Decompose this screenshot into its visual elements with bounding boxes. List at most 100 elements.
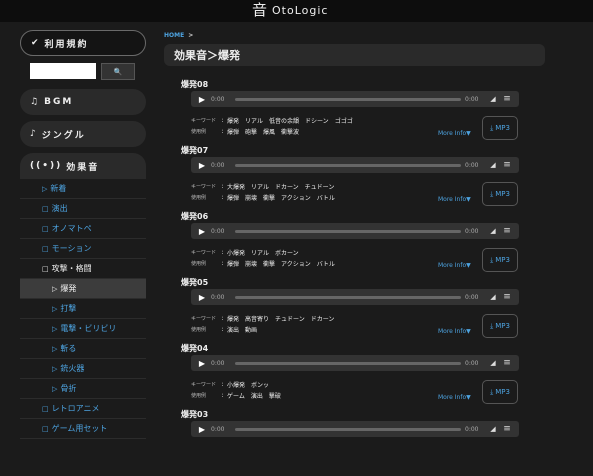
- more-info-link[interactable]: More Info▼: [438, 262, 471, 269]
- keyword-tag[interactable]: 爆発: [227, 116, 239, 125]
- keyword-tag[interactable]: ボカーン: [275, 248, 299, 257]
- keyword-tag[interactable]: ドカーン: [275, 182, 299, 191]
- sidebar-item-slash[interactable]: ▷ 斬る: [20, 339, 146, 359]
- more-info-link[interactable]: More Info▼: [438, 196, 471, 203]
- sidebar-item-label: 攻撃・格闘: [51, 264, 92, 273]
- keyword-tag[interactable]: 小爆発: [227, 380, 245, 389]
- mp3-download-button[interactable]: ⤓ MP3: [482, 182, 518, 206]
- search-button[interactable]: 🔍: [101, 63, 135, 80]
- keyword-tag[interactable]: リアル: [251, 182, 269, 191]
- usage-tag[interactable]: 爆弾: [227, 127, 239, 136]
- keyword-tag[interactable]: 低音の余韻: [269, 116, 299, 125]
- seek-bar[interactable]: [235, 163, 461, 167]
- play-icon[interactable]: ▶: [193, 161, 211, 170]
- seek-bar[interactable]: [235, 229, 461, 233]
- keyword-tag[interactable]: 爆発: [227, 314, 239, 323]
- play-icon[interactable]: ▶: [193, 227, 211, 236]
- sidebar-item-performance[interactable]: □ 演出: [20, 199, 146, 219]
- volume-icon[interactable]: ◢: [485, 161, 501, 169]
- seek-bar[interactable]: [235, 361, 461, 365]
- sidebar: ✔ 利用規約 🔍 ♫ BGM ♪ ジングル ((•)) 効果音 ▷ 新着 □ 演出 …: [20, 30, 146, 439]
- more-info-link[interactable]: More Info▼: [438, 394, 471, 401]
- usage-tag[interactable]: 崩壊: [245, 259, 257, 268]
- keyword-tag[interactable]: リアル: [245, 116, 263, 125]
- sidebar-item-explosion[interactable]: ▷ 爆発: [20, 279, 146, 299]
- sidebar-item-strike[interactable]: ▷ 打撃: [20, 299, 146, 319]
- volume-icon[interactable]: ◢: [485, 293, 501, 301]
- more-info-link[interactable]: More Info▼: [438, 130, 471, 137]
- keyword-tag[interactable]: 高音寄り: [245, 314, 269, 323]
- track-card: 爆発04 ▶ 0:00 0:00 ◢ ≡ キーワード : 小爆発 ボンッ 使用例 :…: [181, 344, 521, 410]
- menu-icon[interactable]: ≡: [501, 358, 513, 368]
- usage-tag[interactable]: アクション: [281, 259, 311, 268]
- play-icon[interactable]: ▶: [193, 293, 211, 302]
- usage-tag[interactable]: 動画: [245, 325, 257, 334]
- folder-icon: □: [42, 244, 49, 253]
- sidebar-item-new[interactable]: ▷ 新着: [20, 179, 146, 199]
- keyword-tag[interactable]: ゴゴゴ: [335, 116, 353, 125]
- usage-tag[interactable]: 崩壊: [245, 193, 257, 202]
- sidebar-item-fracture[interactable]: ▷ 骨折: [20, 379, 146, 399]
- sidebar-item-jingle[interactable]: ♪ ジングル: [20, 121, 146, 147]
- mp3-download-button[interactable]: ⤓ MP3: [482, 116, 518, 140]
- keyword-tag[interactable]: 大爆発: [227, 182, 245, 191]
- usage-tag[interactable]: 砲撃: [245, 127, 257, 136]
- keyword-tag[interactable]: チュドーン: [275, 314, 305, 323]
- volume-icon[interactable]: ◢: [485, 95, 501, 103]
- seek-bar[interactable]: [235, 295, 461, 299]
- more-info-link[interactable]: More Info▼: [438, 328, 471, 335]
- keyword-tag[interactable]: ボンッ: [251, 380, 269, 389]
- sidebar-item-attack[interactable]: □ 攻撃・格闘: [20, 259, 146, 279]
- usage-tag[interactable]: 衝撃: [263, 259, 275, 268]
- menu-icon[interactable]: ≡: [501, 226, 513, 236]
- site-logo[interactable]: 音 OtoLogic: [252, 2, 328, 18]
- usage-tag[interactable]: 爆弾: [227, 259, 239, 268]
- sidebar-item-bgm[interactable]: ♫ BGM: [20, 89, 146, 115]
- usage-tag[interactable]: バトル: [317, 259, 335, 268]
- menu-icon[interactable]: ≡: [501, 94, 513, 104]
- sidebar-item-game-set[interactable]: □ ゲーム用セット: [20, 419, 146, 439]
- breadcrumb-home-link[interactable]: HOME: [164, 32, 184, 39]
- sidebar-item-firearms[interactable]: ▷ 銃火器: [20, 359, 146, 379]
- play-icon[interactable]: ▶: [193, 95, 211, 104]
- mp3-download-button[interactable]: ⤓ MP3: [482, 314, 518, 338]
- track-card: 爆発03 ▶ 0:00 0:00 ◢ ≡: [181, 410, 521, 476]
- play-icon[interactable]: ▶: [193, 359, 211, 368]
- usage-row: 使用例 : 演出 動画: [191, 325, 263, 334]
- menu-icon[interactable]: ≡: [501, 160, 513, 170]
- sidebar-item-retro-anime[interactable]: □ レトロアニメ: [20, 399, 146, 419]
- usage-tag[interactable]: 爆弾: [227, 193, 239, 202]
- usage-tag[interactable]: 衝撃: [263, 193, 275, 202]
- keyword-tag[interactable]: リアル: [251, 248, 269, 257]
- usage-tag[interactable]: ゲーム: [227, 391, 245, 400]
- usage-tag[interactable]: 演出: [251, 391, 263, 400]
- volume-icon[interactable]: ◢: [485, 359, 501, 367]
- usage-tag[interactable]: 衝撃波: [281, 127, 299, 136]
- seek-bar[interactable]: [235, 427, 461, 431]
- usage-tag[interactable]: アクション: [281, 193, 311, 202]
- search-input[interactable]: [30, 63, 96, 79]
- folder-icon: □: [42, 404, 49, 413]
- keyword-tag[interactable]: ドカーン: [311, 314, 335, 323]
- usage-tag[interactable]: 爆風: [263, 127, 275, 136]
- sidebar-item-motion[interactable]: □ モーション: [20, 239, 146, 259]
- keyword-tag[interactable]: チュドーン: [305, 182, 335, 191]
- sidebar-item-electric[interactable]: ▷ 電撃・ビリビリ: [20, 319, 146, 339]
- volume-icon[interactable]: ◢: [485, 227, 501, 235]
- keyword-tag[interactable]: ドシーン: [305, 116, 329, 125]
- mp3-download-button[interactable]: ⤓ MP3: [482, 248, 518, 272]
- sidebar-item-sfx[interactable]: ((•)) 効果音: [20, 153, 146, 179]
- terms-button[interactable]: ✔ 利用規約: [20, 30, 146, 56]
- menu-icon[interactable]: ≡: [501, 292, 513, 302]
- audio-player: ▶ 0:00 0:00 ◢ ≡: [191, 157, 519, 173]
- menu-icon[interactable]: ≡: [501, 424, 513, 434]
- usage-tag[interactable]: バトル: [317, 193, 335, 202]
- mp3-download-button[interactable]: ⤓ MP3: [482, 380, 518, 404]
- seek-bar[interactable]: [235, 97, 461, 101]
- usage-tag[interactable]: 撃破: [269, 391, 281, 400]
- usage-tag[interactable]: 演出: [227, 325, 239, 334]
- sidebar-item-onomatopoeia[interactable]: □ オノマトペ: [20, 219, 146, 239]
- volume-icon[interactable]: ◢: [485, 425, 501, 433]
- keyword-tag[interactable]: 小爆発: [227, 248, 245, 257]
- play-icon[interactable]: ▶: [193, 425, 211, 434]
